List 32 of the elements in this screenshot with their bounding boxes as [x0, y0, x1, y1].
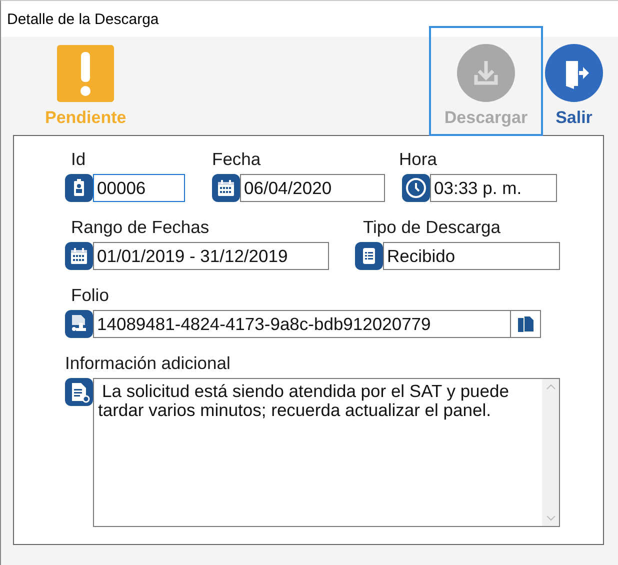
field-label: Información adicional — [65, 354, 230, 372]
document-search-icon — [65, 378, 93, 406]
calendar-icon — [212, 174, 240, 202]
copy-button[interactable] — [511, 310, 541, 338]
list-icon — [355, 242, 383, 270]
field-label: Folio — [71, 286, 109, 304]
text-field[interactable]: 01/01/2019 - 31/12/2019 — [93, 242, 329, 270]
stamp-icon — [65, 310, 93, 338]
info-text: La solicitud está siendo atendida por el SAT y puede tardar varios minutos; recuerda actualizar el panel. — [97, 380, 510, 422]
field-label: Hora — [399, 150, 437, 168]
field-label: Id — [71, 150, 86, 168]
text-field[interactable]: 03:33 p. m. — [430, 174, 557, 202]
text-field[interactable]: Recibido — [383, 242, 560, 270]
copy-icon — [516, 314, 536, 334]
badge-icon — [65, 174, 93, 202]
text-area[interactable]: La solicitud está siendo atendida por el SAT y puede tardar varios minutos; recuerda actualizar el panel. — [93, 378, 560, 527]
text-field[interactable]: 14089481-4824-4173-9a8c-bdb912020779 — [93, 310, 511, 338]
status-label: Pendiente — [45, 108, 126, 128]
text-field[interactable]: 06/04/2020 — [240, 174, 385, 202]
calendar-icon — [65, 242, 93, 270]
field-label: Fecha — [212, 150, 261, 168]
scroll-up-icon[interactable] — [546, 383, 556, 391]
download-icon — [457, 44, 515, 102]
exit-door-icon — [545, 44, 603, 102]
exit-button[interactable]: Salir — [543, 26, 605, 136]
scrollbar[interactable] — [542, 379, 559, 526]
text-field[interactable]: 00006 — [93, 174, 185, 202]
field-label: Tipo de Descarga — [363, 218, 500, 236]
scroll-down-icon[interactable] — [546, 514, 556, 522]
window-title: Detalle de la Descarga — [7, 10, 159, 28]
clock-icon — [402, 174, 430, 202]
field-label: Rango de Fechas — [71, 218, 210, 236]
